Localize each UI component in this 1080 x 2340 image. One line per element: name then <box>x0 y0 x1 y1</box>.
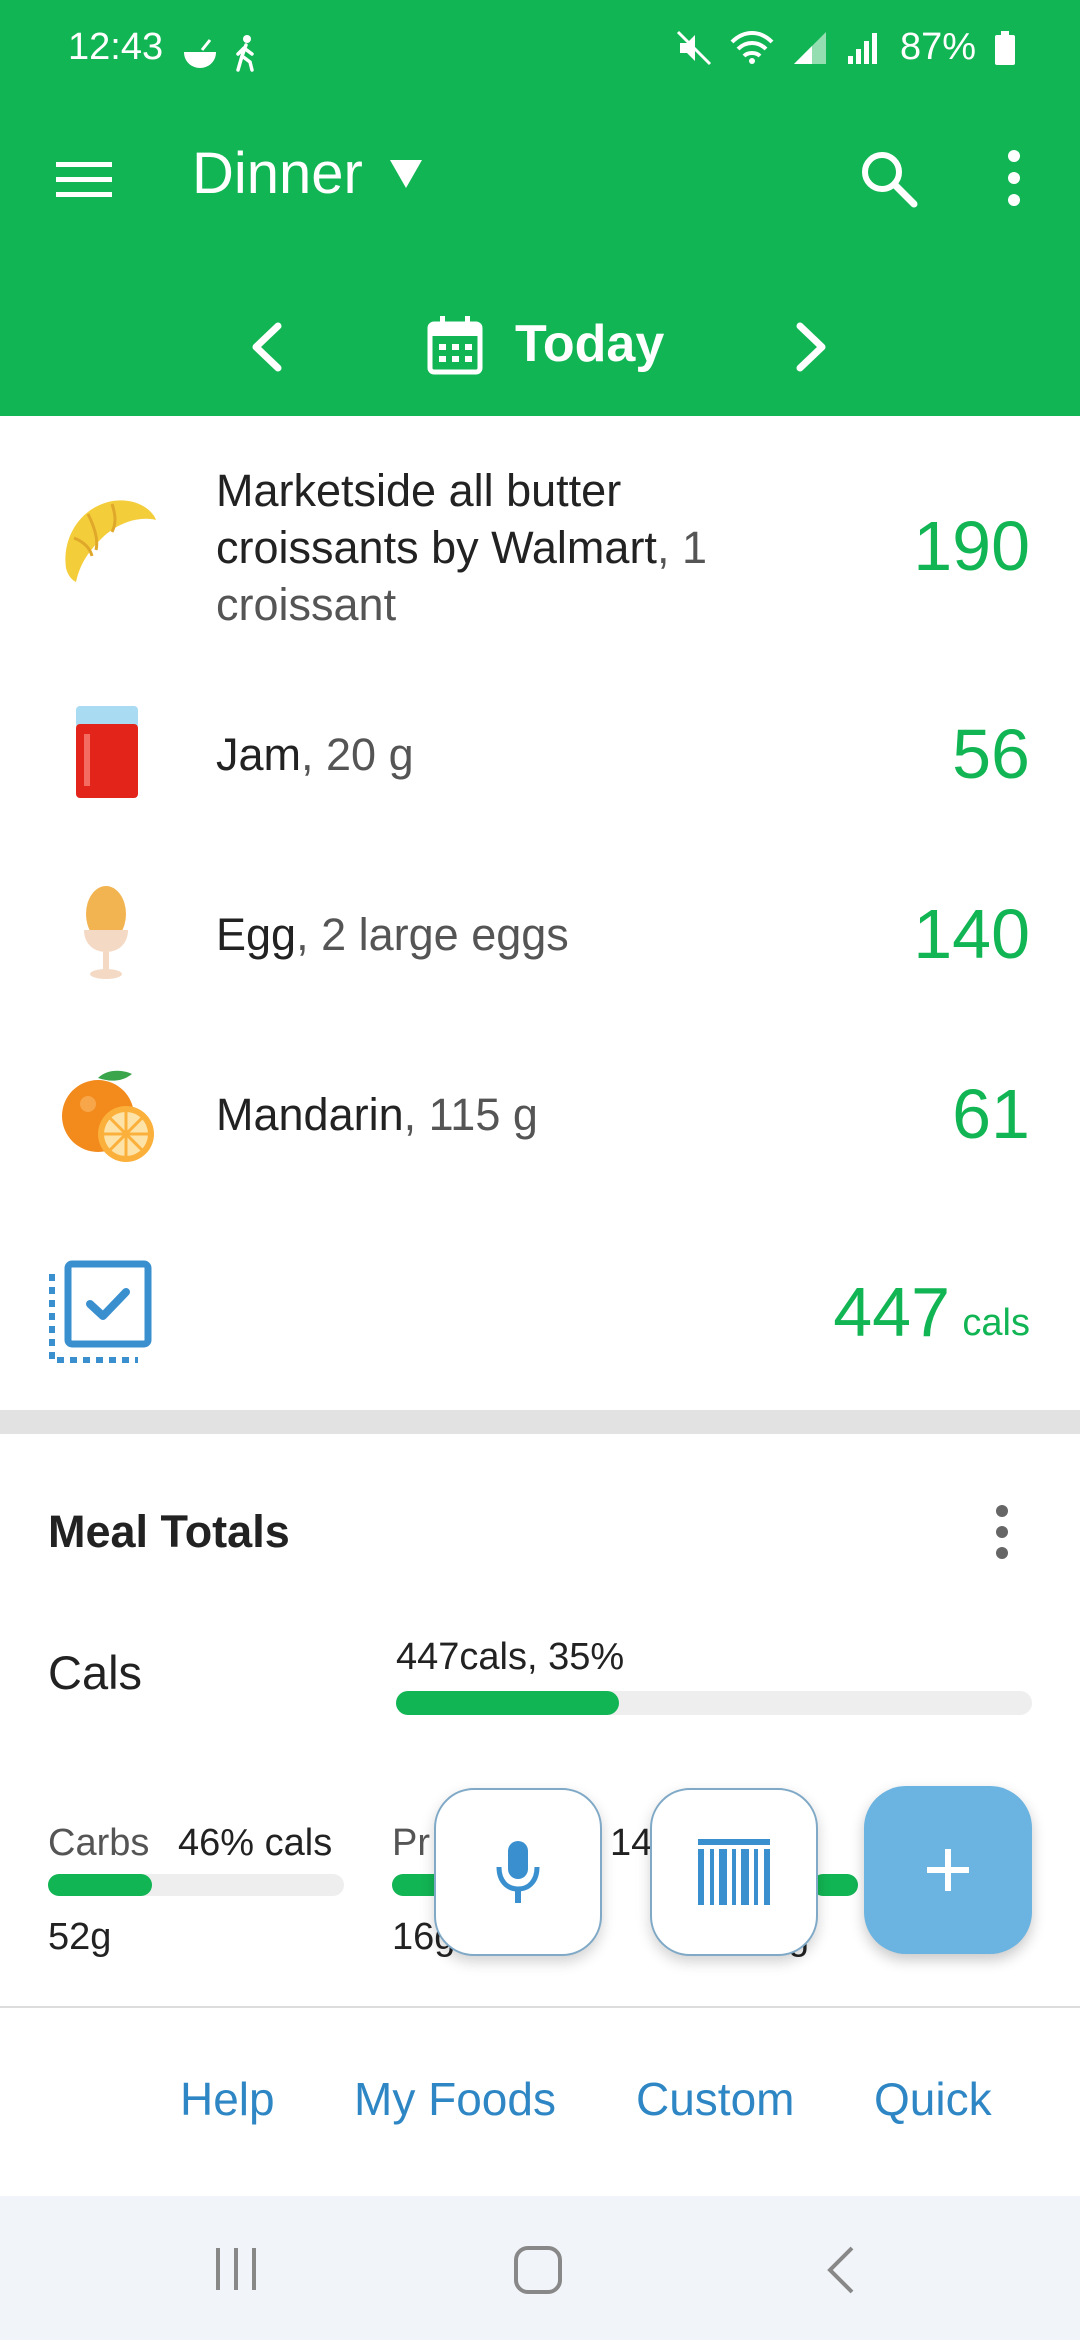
calendar-icon[interactable] <box>426 314 484 376</box>
app-header: 12:43 87% Dinner Today <box>0 0 1080 416</box>
quick-link[interactable]: Quick <box>874 2072 992 2126</box>
plus-icon <box>927 1849 969 1891</box>
home-icon[interactable] <box>512 2244 564 2296</box>
food-amount: 2 large eggs <box>321 909 569 960</box>
search-icon[interactable] <box>858 148 918 208</box>
fat-progress-fill <box>812 1874 858 1896</box>
recent-apps-icon[interactable] <box>212 2244 262 2294</box>
bowl-notification-icon <box>184 39 216 68</box>
menu-icon[interactable] <box>56 160 112 200</box>
signal-icon-2 <box>847 32 877 64</box>
food-row[interactable]: Egg, 2 large eggs 140 <box>0 870 1080 1000</box>
back-icon[interactable] <box>824 2244 856 2296</box>
cals-progress-fill <box>396 1691 619 1715</box>
egg-icon <box>84 886 128 979</box>
battery-percent: 87% <box>899 26 976 68</box>
section-divider <box>0 1410 1080 1434</box>
food-name: Jam <box>216 729 302 780</box>
food-name: Egg <box>216 909 297 960</box>
custom-link[interactable]: Custom <box>636 2072 794 2126</box>
food-name: Mandarin <box>216 1089 404 1140</box>
food-row[interactable]: Marketside all butter croissants by Walm… <box>0 450 1080 640</box>
walking-icon <box>236 35 254 72</box>
overflow-menu-icon[interactable] <box>1004 148 1024 208</box>
help-link[interactable]: Help <box>180 2072 275 2126</box>
previous-day-icon[interactable] <box>248 322 284 372</box>
meal-selector[interactable]: Dinner <box>192 140 363 207</box>
select-all-icon[interactable] <box>48 1260 152 1364</box>
total-calories: 447 <box>833 1273 950 1351</box>
food-amount: 20 g <box>326 729 414 780</box>
wifi-icon <box>730 30 774 64</box>
barcode-icon <box>698 1839 770 1905</box>
meal-totals-menu-icon[interactable] <box>992 1504 1012 1560</box>
fat-percent-partial: 14 <box>610 1822 653 1864</box>
mute-icon <box>676 30 711 65</box>
protein-label: Pr <box>392 1822 430 1864</box>
status-right: 87% <box>676 26 1016 69</box>
battery-icon <box>995 30 1015 65</box>
my-foods-link[interactable]: My Foods <box>354 2072 556 2126</box>
food-calories: 56 <box>952 715 1030 793</box>
carbs-value: 52g <box>48 1916 112 1958</box>
jam-icon <box>76 706 138 798</box>
food-calories: 61 <box>952 1075 1030 1153</box>
food-calories: 140 <box>913 895 1030 973</box>
signal-icon-1 <box>793 31 826 64</box>
bottom-divider <box>0 2006 1080 2008</box>
voice-log-button[interactable] <box>434 1788 602 1956</box>
carbs-percent: 46% cals <box>178 1822 333 1864</box>
barcode-scan-button[interactable] <box>650 1788 818 1956</box>
food-name: Marketside all butter croissants by Walm… <box>216 465 657 573</box>
carbs-progress-fill <box>48 1874 152 1896</box>
dropdown-arrow-icon[interactable] <box>388 158 424 190</box>
food-row[interactable]: Jam, 20 g 56 <box>0 690 1080 820</box>
mandarin-icon <box>62 1070 154 1162</box>
cals-label: Cals <box>48 1646 143 1699</box>
total-unit: cals <box>962 1302 1030 1344</box>
fat-progress-bar <box>812 1874 858 1896</box>
add-food-button[interactable] <box>864 1786 1032 1954</box>
date-label[interactable]: Today <box>515 314 664 374</box>
croissant-icon <box>65 500 156 582</box>
cals-progress-bar <box>396 1691 1032 1715</box>
food-amount: 115 g <box>428 1089 538 1140</box>
next-day-icon[interactable] <box>794 322 830 372</box>
carbs-label: Carbs <box>48 1822 150 1864</box>
cals-summary: 447cals, 35% <box>396 1636 625 1678</box>
food-calories: 190 <box>913 507 1030 585</box>
food-row[interactable]: Mandarin, 115 g 61 <box>0 1050 1080 1180</box>
carbs-progress-bar <box>48 1874 344 1896</box>
microphone-icon <box>496 1841 540 1903</box>
system-navigation-bar <box>0 2196 1080 2340</box>
status-time: 12:43 <box>68 26 164 68</box>
meal-totals-title: Meal Totals <box>48 1506 290 1557</box>
